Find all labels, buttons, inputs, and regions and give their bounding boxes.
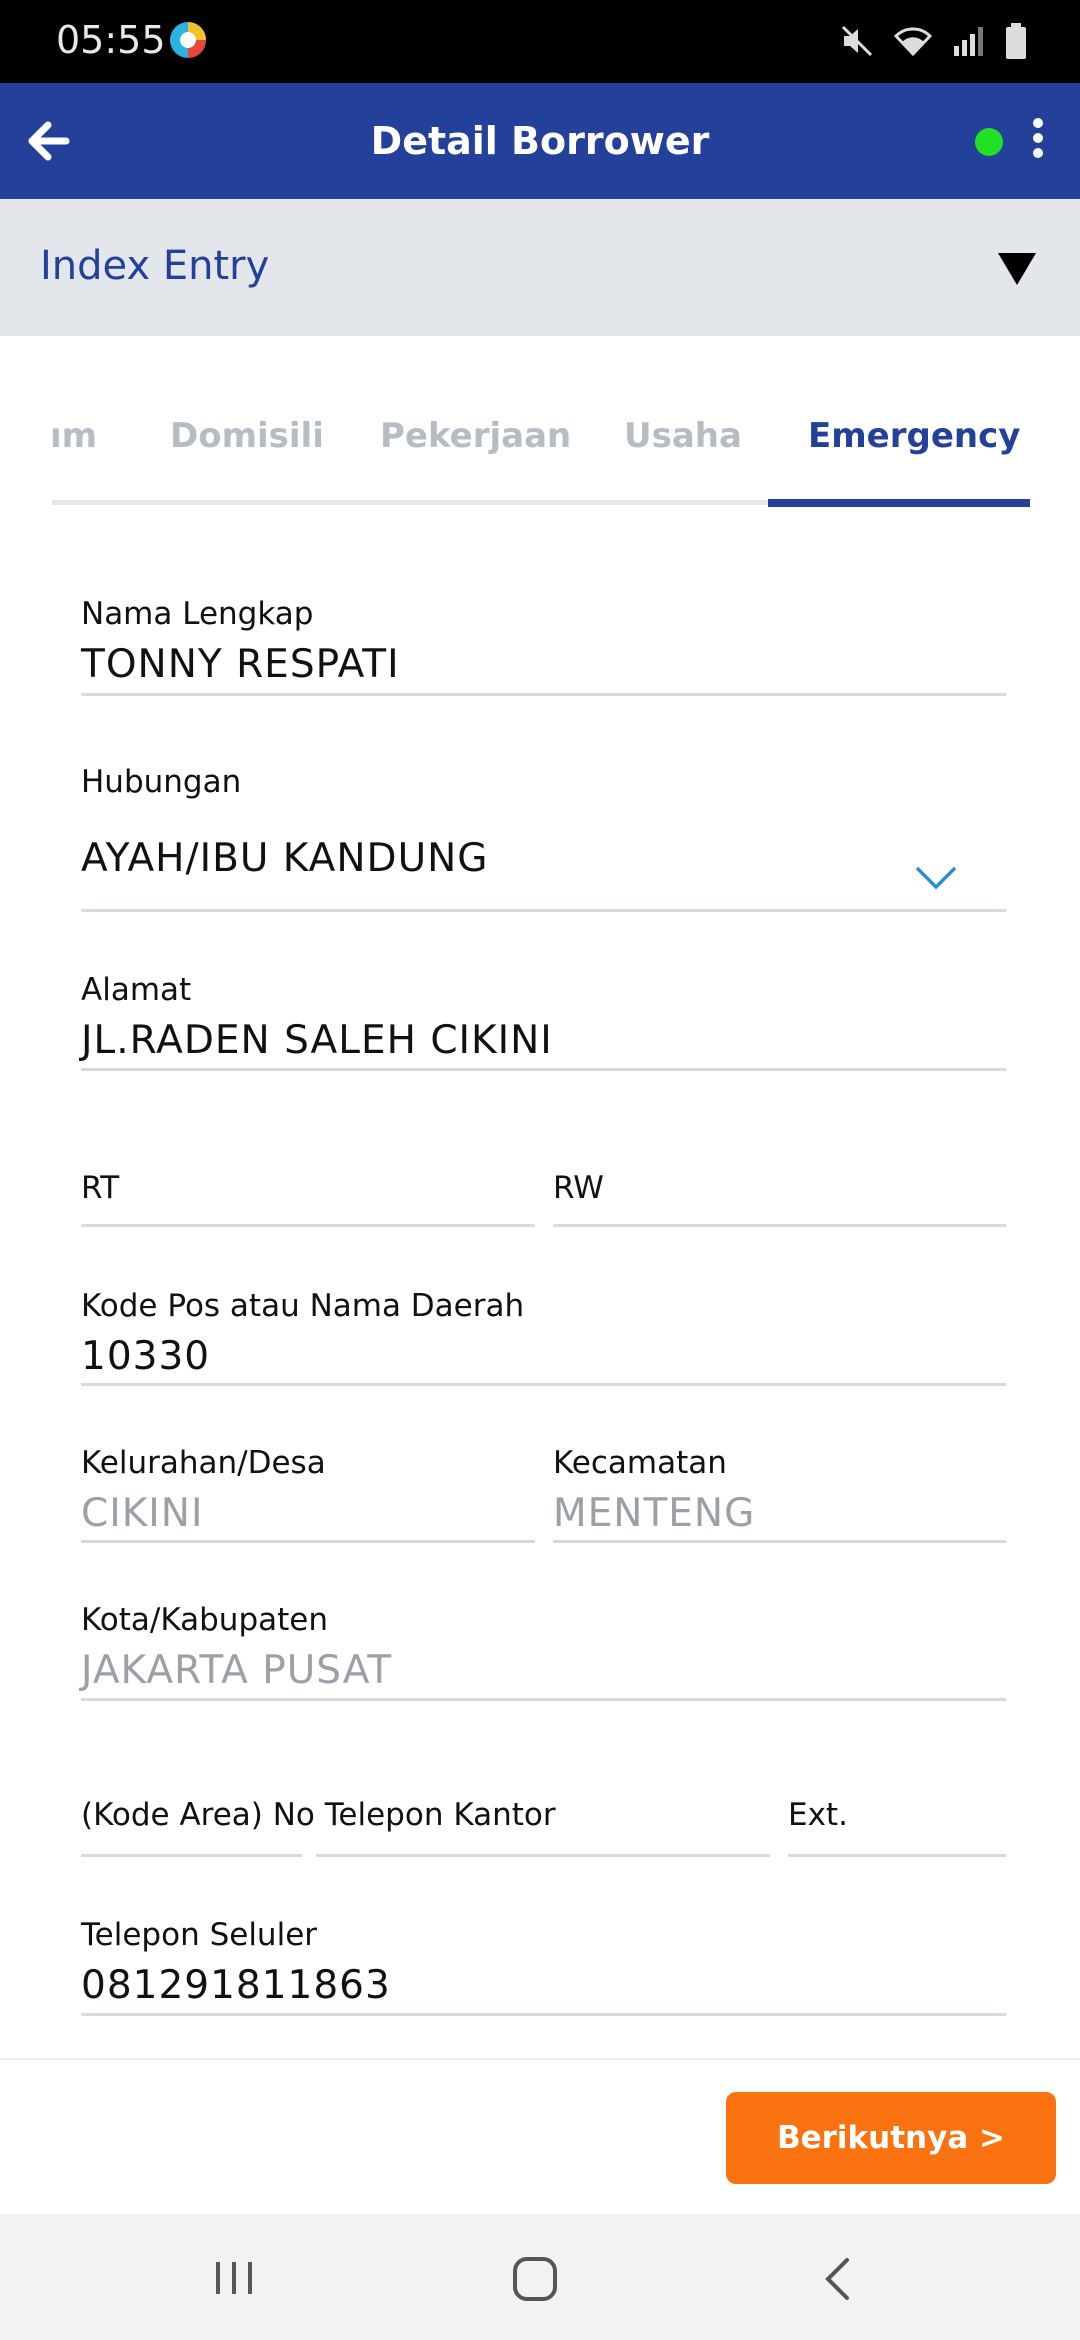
rw-label: RW: [553, 1170, 604, 1206]
ext-underline[interactable]: [788, 1854, 1006, 1857]
mute-icon: [841, 25, 873, 57]
home-icon[interactable]: [512, 2256, 558, 2302]
kode-pos-label: Kode Pos atau Nama Daerah: [81, 1288, 525, 1324]
status-time: 05:55: [56, 18, 166, 62]
rt-label: RT: [81, 1170, 120, 1206]
nama-lengkap-underline: [81, 693, 1006, 696]
battery-icon: [1006, 23, 1026, 59]
kecamatan-underline: [553, 1540, 1006, 1543]
nama-lengkap-label: Nama Lengkap: [81, 596, 314, 632]
tab-active-indicator: [768, 499, 1030, 507]
kelurahan-label: Kelurahan/Desa: [81, 1445, 326, 1481]
back-icon[interactable]: [822, 2256, 852, 2302]
more-vertical-icon[interactable]: [1028, 117, 1048, 163]
system-nav-bar: [0, 2214, 1080, 2340]
wifi-icon: [893, 27, 933, 57]
telepon-kantor-underline[interactable]: [316, 1854, 770, 1857]
hubungan-select[interactable]: AYAH/IBU KANDUNG: [81, 836, 489, 881]
kecamatan-field: MENTENG: [553, 1491, 756, 1536]
kelurahan-field: CIKINI: [81, 1491, 204, 1536]
hubungan-underline: [81, 909, 1006, 912]
tab-pekerjaan[interactable]: Pekerjaan: [380, 416, 571, 456]
next-button[interactable]: Berikutnya >: [726, 2092, 1056, 2184]
app-icon: [170, 22, 206, 58]
alamat-label: Alamat: [81, 972, 192, 1008]
online-status-dot: [975, 128, 1003, 156]
kode-pos-field[interactable]: 10330: [81, 1334, 210, 1379]
telepon-seluler-field[interactable]: 081291811863: [81, 1963, 391, 2008]
alamat-underline: [81, 1068, 1006, 1071]
kota-underline: [81, 1698, 1006, 1701]
status-bar: 05:55: [0, 0, 1080, 83]
rt-underline: [81, 1224, 535, 1227]
recent-apps-icon[interactable]: [212, 2258, 256, 2298]
index-entry-label: Index Entry: [40, 243, 270, 289]
tab-usaha[interactable]: Usaha: [624, 416, 742, 456]
kecamatan-label: Kecamatan: [553, 1445, 727, 1481]
hubungan-label: Hubungan: [81, 764, 242, 800]
tab-emergency[interactable]: Emergency: [808, 416, 1020, 456]
tab-partial[interactable]: ım: [50, 416, 97, 456]
telepon-kantor-label: (Kode Area) No Telepon Kantor: [81, 1797, 556, 1833]
index-entry-header[interactable]: Index Entry: [0, 199, 1080, 336]
app-bar: Detail Borrower: [0, 83, 1080, 199]
rw-underline: [553, 1224, 1006, 1227]
page-title: Detail Borrower: [370, 119, 710, 163]
alamat-field[interactable]: JL.RADEN SALEH CIKINI: [81, 1018, 553, 1063]
kelurahan-underline: [81, 1540, 535, 1543]
tab-bar: ım Domisili Pekerjaan Usaha Emergency: [0, 390, 1080, 510]
chevron-down-icon[interactable]: [914, 864, 958, 892]
tab-domisili[interactable]: Domisili: [170, 416, 324, 456]
telepon-seluler-label: Telepon Seluler: [81, 1917, 318, 1953]
telepon-seluler-underline: [81, 2013, 1006, 2016]
kode-pos-underline: [81, 1383, 1006, 1386]
status-icons: [840, 20, 1028, 62]
ext-label: Ext.: [788, 1797, 848, 1833]
kode-area-underline[interactable]: [81, 1854, 302, 1857]
kota-label: Kota/Kabupaten: [81, 1602, 329, 1638]
signal-icon: [954, 27, 983, 56]
kota-field: JAKARTA PUSAT: [81, 1648, 393, 1693]
triangle-down-icon[interactable]: [996, 251, 1038, 287]
nama-lengkap-field[interactable]: TONNY RESPATI: [81, 642, 400, 687]
